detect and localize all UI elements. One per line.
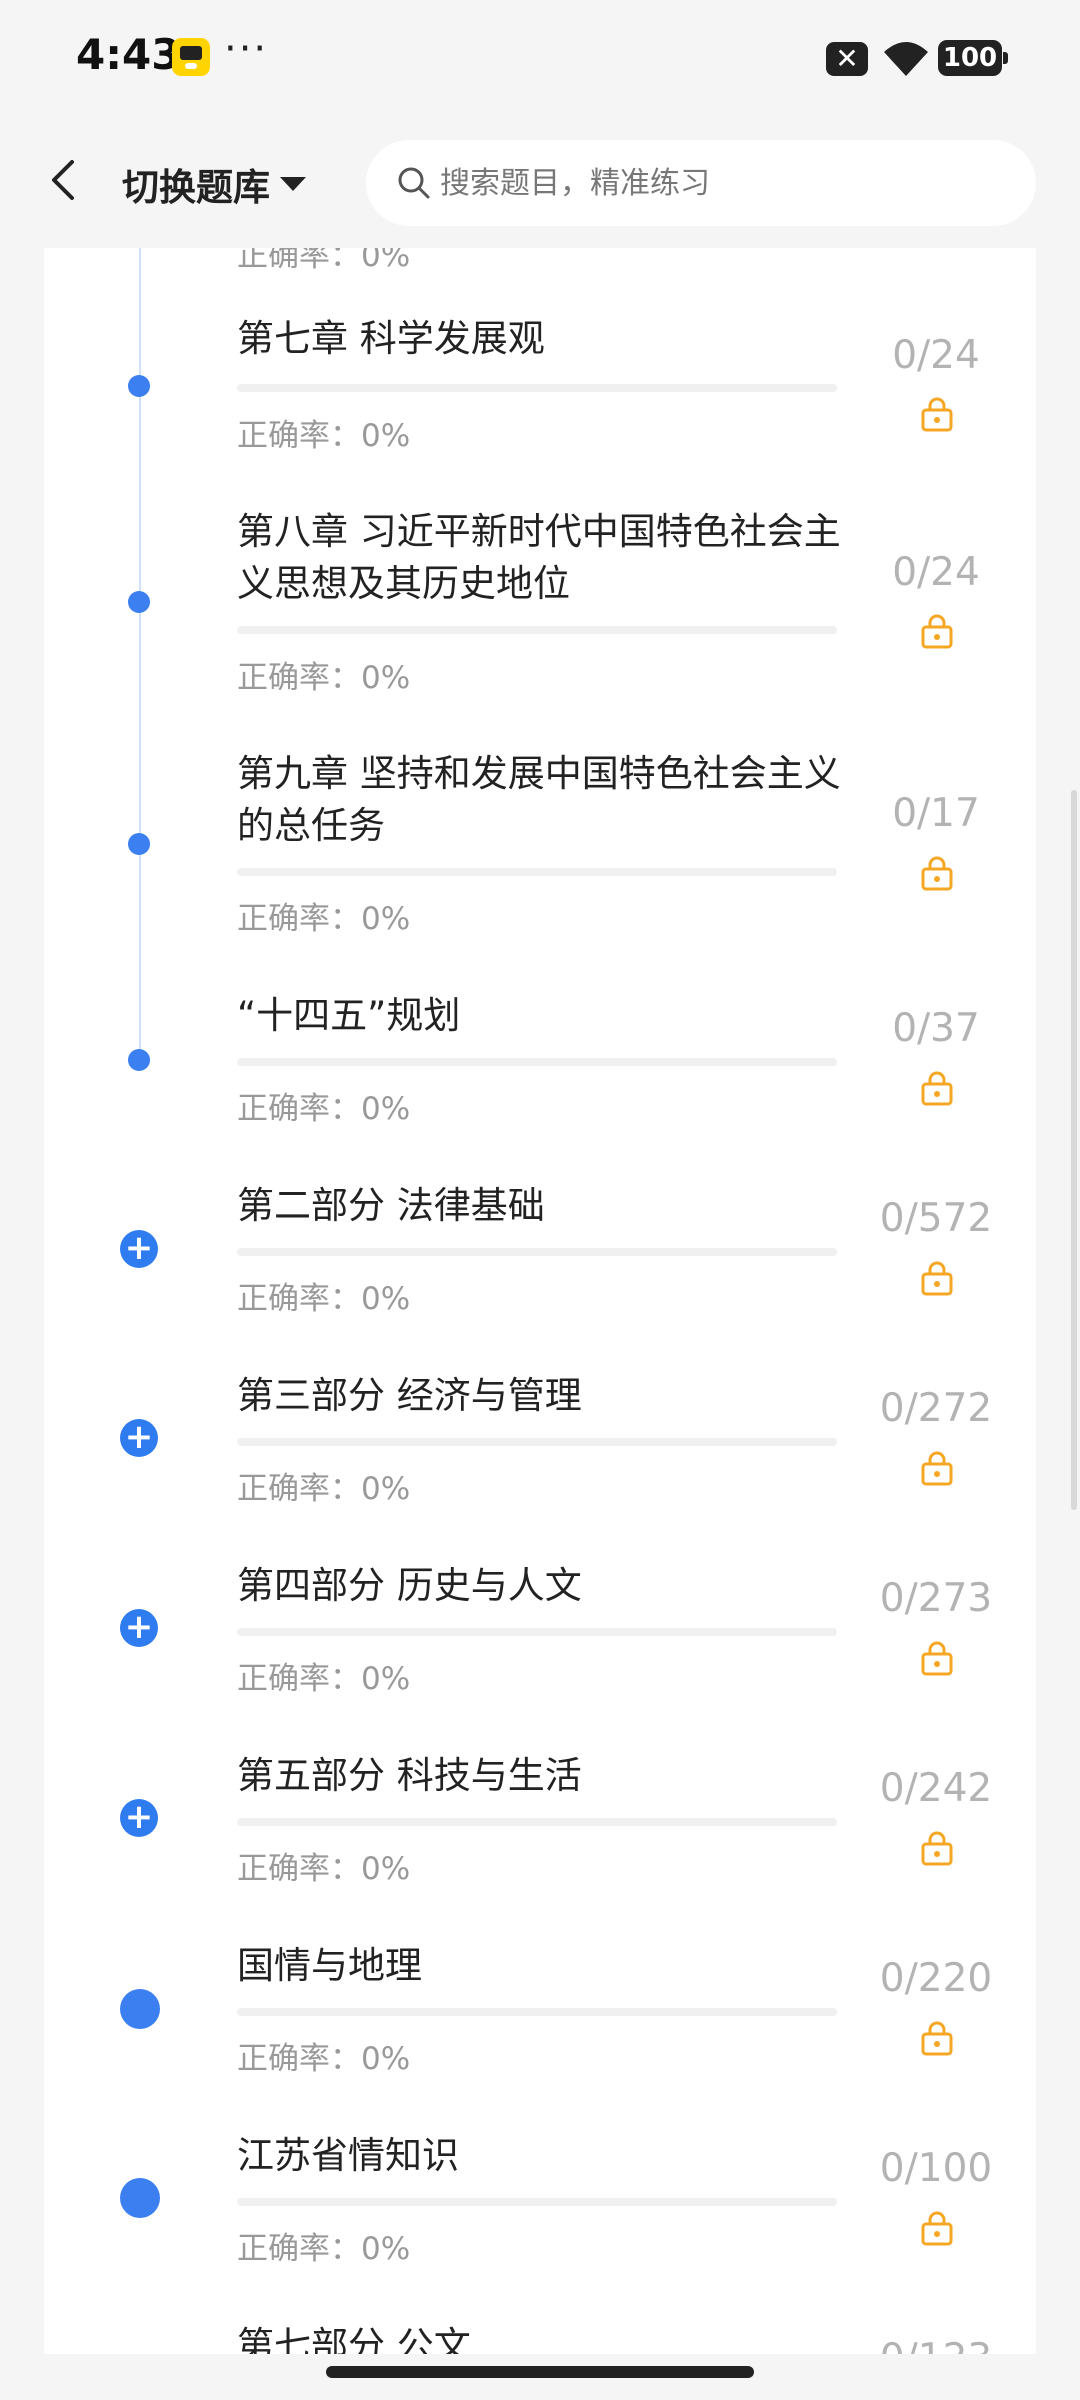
- progress-bar: [237, 384, 837, 392]
- expand-plus-icon[interactable]: +: [120, 1230, 158, 1268]
- progress-bar: [237, 1818, 837, 1826]
- chapter-title: 第七章 科学发展观: [237, 317, 545, 360]
- timeline-dot: [120, 1989, 160, 2029]
- search-box[interactable]: [366, 140, 1036, 226]
- question-count: 0/220: [879, 1956, 993, 2001]
- part-title: 第二部分 法律基础: [237, 1184, 545, 1227]
- part-title: 江苏省情知识: [237, 2134, 459, 2177]
- accuracy-text: 正确率：0%: [237, 2231, 411, 2267]
- part-title: 第四部分 历史与人文: [237, 1564, 582, 1607]
- progress-bar: [237, 1628, 837, 1636]
- question-count: 0/272: [879, 1386, 993, 1431]
- lock-icon: [921, 1451, 953, 1486]
- caret-down-icon: [280, 177, 306, 191]
- question-count: 0/37: [892, 1006, 980, 1051]
- question-count: 0/242: [879, 1766, 993, 1811]
- status-time: 4:43: [76, 30, 181, 79]
- status-bar: 4:43 ··· ✕ 100: [0, 0, 1080, 118]
- progress-bar: [237, 1248, 837, 1256]
- lock-icon: [921, 1261, 953, 1296]
- progress-bar: [237, 626, 837, 634]
- search-icon: [398, 167, 430, 199]
- progress-bar: [237, 2008, 837, 2016]
- battery-icon: 100: [938, 40, 1008, 76]
- lock-icon: [921, 614, 953, 649]
- switch-question-bank-button[interactable]: 切换题库: [122, 156, 306, 212]
- chapter-title: 第九章 坚持和发展中国特色社会主义的总任务: [237, 752, 841, 847]
- progress-bar: [237, 1438, 837, 1446]
- back-button[interactable]: [34, 148, 98, 212]
- chapter-title: 第八章 习近平新时代中国特色社会主义思想及其历史地位: [237, 510, 841, 605]
- expand-plus-icon[interactable]: +: [120, 1799, 158, 1837]
- accuracy-text: 正确率：0%: [237, 1471, 411, 1507]
- accuracy-text: 正确率：0%: [237, 1091, 411, 1127]
- timeline-dot: [120, 2178, 160, 2218]
- chapter-list[interactable]: 正确率：0% 第七章 科学发展观 正确率：0% 0/24 第八章 习近平新时代中…: [44, 248, 1036, 2354]
- search-input[interactable]: [438, 164, 1002, 202]
- accuracy-text: 正确率：0%: [237, 1851, 411, 1887]
- close-badge-icon: ✕: [826, 42, 868, 76]
- accuracy-text: 正确率：0%: [237, 1281, 411, 1317]
- lock-icon: [921, 2211, 953, 2246]
- accuracy-text: 正确率：0%: [237, 901, 411, 937]
- timeline-line: [139, 248, 141, 1060]
- lock-icon: [921, 397, 953, 432]
- question-count: 0/24: [892, 333, 980, 378]
- progress-bar: [237, 1058, 837, 1066]
- progress-bar: [237, 2198, 837, 2206]
- lock-icon: [921, 1071, 953, 1106]
- switch-bank-label: 切换题库: [122, 166, 270, 209]
- question-count: 0/24: [892, 550, 980, 595]
- app-notification-icon: [172, 38, 210, 76]
- question-count: 0/100: [879, 2146, 993, 2191]
- timeline-dot: [128, 591, 150, 613]
- question-count: 0/273: [879, 1576, 993, 1621]
- timeline-dot: [128, 1049, 150, 1071]
- timeline-dot: [128, 375, 150, 397]
- part-title: 第七部分 公文: [237, 2324, 471, 2354]
- header: 切换题库: [0, 118, 1080, 248]
- part-title: 第三部分 经济与管理: [237, 1374, 582, 1417]
- question-count: 0/17: [892, 791, 980, 836]
- part-title: 第五部分 科技与生活: [237, 1754, 582, 1797]
- scrollbar[interactable]: [1071, 790, 1077, 1510]
- expand-plus-icon[interactable]: +: [120, 1419, 158, 1457]
- lock-icon: [921, 1831, 953, 1866]
- accuracy-text: 正确率：0%: [237, 1661, 411, 1697]
- question-count: 0/572: [879, 1196, 993, 1241]
- lock-icon: [921, 856, 953, 891]
- more-notifications-icon: ···: [224, 26, 269, 72]
- chapter-title: “十四五”规划: [237, 994, 461, 1037]
- lock-icon: [921, 2021, 953, 2056]
- progress-bar: [237, 868, 837, 876]
- wifi-icon: [884, 42, 928, 76]
- accuracy-text: 正确率：0%: [237, 418, 411, 454]
- home-indicator[interactable]: [326, 2366, 754, 2378]
- accuracy-text: 正确率：0%: [237, 248, 411, 274]
- lock-icon: [921, 1641, 953, 1676]
- expand-plus-icon[interactable]: +: [120, 1609, 158, 1647]
- timeline-dot: [128, 833, 150, 855]
- accuracy-text: 正确率：0%: [237, 2041, 411, 2077]
- part-title: 国情与地理: [237, 1944, 422, 1987]
- question-count: 0/123: [871, 2336, 1001, 2354]
- accuracy-text: 正确率：0%: [237, 660, 411, 696]
